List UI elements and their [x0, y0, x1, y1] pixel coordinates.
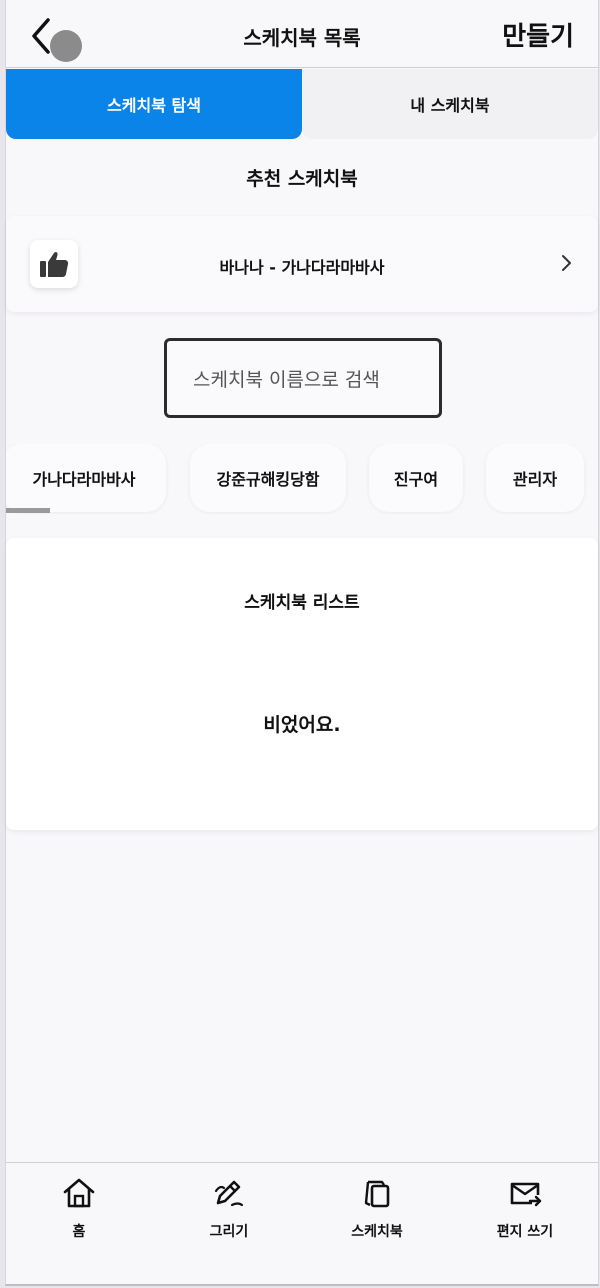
bottom-navigation: 홈 그리기 스케치북 편지 쓰기 [6, 1162, 598, 1284]
sketchbook-icon [364, 1180, 390, 1208]
list-title: 스케치북 리스트 [244, 593, 360, 613]
horizontal-scrollbar[interactable] [6, 508, 50, 513]
chip-item[interactable]: 강준규해킹당함 [190, 444, 346, 512]
create-button[interactable]: 만들기 [502, 16, 574, 53]
owner-chip-list[interactable]: 가나다라마바사 강준규해킹당함 진구여 관리자 [6, 444, 598, 514]
chip-item[interactable]: 관리자 [486, 444, 584, 512]
nav-write-letter[interactable]: 편지 쓰기 [470, 1177, 580, 1267]
home-icon [63, 1178, 95, 1208]
pencil-icon [214, 1180, 244, 1207]
chip-item[interactable]: 가나다라마바사 [6, 444, 166, 512]
top-app-bar: 스케치북 목록 만들기 [6, 0, 598, 68]
nav-home-label: 홈 [72, 1224, 86, 1240]
tab-my-sketchbook[interactable]: 내 스케치북 [302, 69, 598, 139]
nav-sketchbook[interactable]: 스케치북 [322, 1177, 432, 1267]
nav-draw[interactable]: 그리기 [174, 1177, 284, 1267]
nav-home[interactable]: 홈 [24, 1177, 134, 1267]
search-input[interactable]: 스케치북 이름으로 검색 [164, 338, 442, 418]
app-screen: 스케치북 목록 만들기 스케치북 탐색 내 스케치북 추천 스케치북 바나나 -… [5, 0, 599, 1286]
tab-explore-sketchbook[interactable]: 스케치북 탐색 [6, 69, 302, 139]
tab-bar: 스케치북 탐색 내 스케치북 [6, 69, 598, 139]
nav-sketchbook-label: 스케치북 [351, 1224, 403, 1240]
nav-draw-label: 그리기 [209, 1224, 249, 1240]
nav-write-letter-label: 편지 쓰기 [496, 1224, 554, 1240]
recommended-heading: 추천 스케치북 [6, 150, 598, 205]
mail-send-icon [510, 1182, 542, 1207]
sketchbook-list-card: 스케치북 리스트 비었어요. [6, 538, 598, 830]
chip-item[interactable]: 진구여 [369, 444, 463, 512]
empty-state-text: 비었어요. [263, 714, 341, 736]
recommended-item-label: 바나나 - 가나다라마바사 [219, 258, 385, 277]
chevron-right-icon [562, 255, 571, 271]
recommended-item[interactable]: 바나나 - 가나다라마바사 [6, 216, 598, 312]
